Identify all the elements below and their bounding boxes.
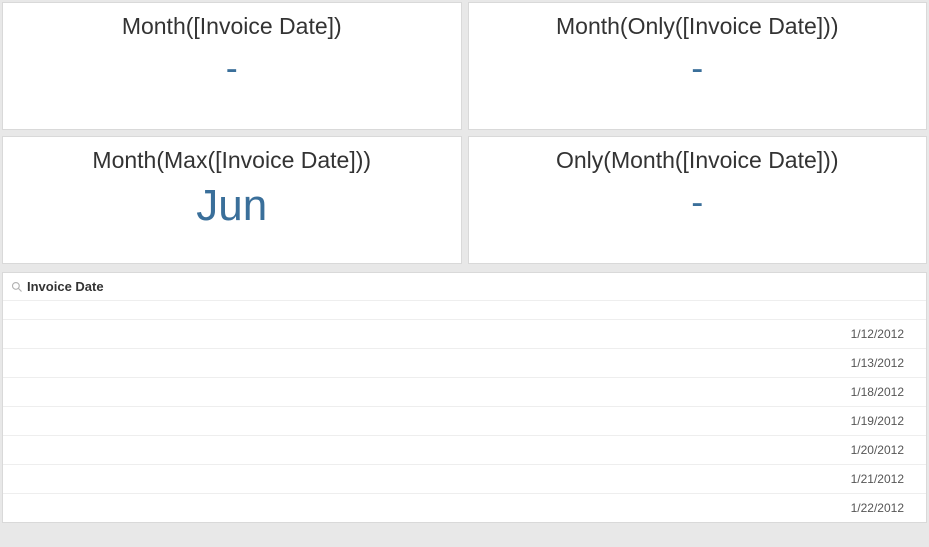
kpi-card-month-invoice-date[interactable]: Month([Invoice Date]) -: [2, 2, 462, 130]
search-icon: [11, 281, 23, 293]
filter-header[interactable]: Invoice Date: [3, 273, 926, 301]
list-item[interactable]: 1/12/2012: [3, 319, 926, 348]
list-item[interactable]: 1/21/2012: [3, 464, 926, 493]
kpi-value: -: [691, 182, 703, 222]
filter-panel-invoice-date: Invoice Date 1/12/2012 1/13/2012 1/18/20…: [2, 272, 927, 523]
list-item[interactable]: 1/22/2012: [3, 493, 926, 522]
filter-value: 1/18/2012: [851, 385, 904, 399]
kpi-title: Month(Max([Invoice Date])): [92, 147, 371, 174]
filter-value: 1/22/2012: [851, 501, 904, 515]
kpi-card-month-only-invoice-date[interactable]: Month(Only([Invoice Date])) -: [468, 2, 928, 130]
list-item[interactable]: 1/19/2012: [3, 406, 926, 435]
filter-value: 1/20/2012: [851, 443, 904, 457]
filter-value: 1/19/2012: [851, 414, 904, 428]
kpi-value: -: [691, 48, 703, 88]
filter-spacer: [3, 301, 926, 319]
list-item[interactable]: 1/13/2012: [3, 348, 926, 377]
kpi-title: Month([Invoice Date]): [122, 13, 342, 40]
kpi-value: Jun: [196, 182, 267, 230]
kpi-card-month-max-invoice-date[interactable]: Month(Max([Invoice Date])) Jun: [2, 136, 462, 264]
kpi-card-only-month-invoice-date[interactable]: Only(Month([Invoice Date])) -: [468, 136, 928, 264]
kpi-grid: Month([Invoice Date]) - Month(Only([Invo…: [0, 0, 929, 266]
kpi-title: Month(Only([Invoice Date])): [556, 13, 838, 40]
filter-value: 1/13/2012: [851, 356, 904, 370]
kpi-title: Only(Month([Invoice Date])): [556, 147, 838, 174]
filter-value: 1/12/2012: [851, 327, 904, 341]
list-item[interactable]: 1/18/2012: [3, 377, 926, 406]
filter-title: Invoice Date: [27, 279, 104, 294]
list-item[interactable]: 1/20/2012: [3, 435, 926, 464]
filter-value: 1/21/2012: [851, 472, 904, 486]
kpi-value: -: [226, 48, 238, 88]
